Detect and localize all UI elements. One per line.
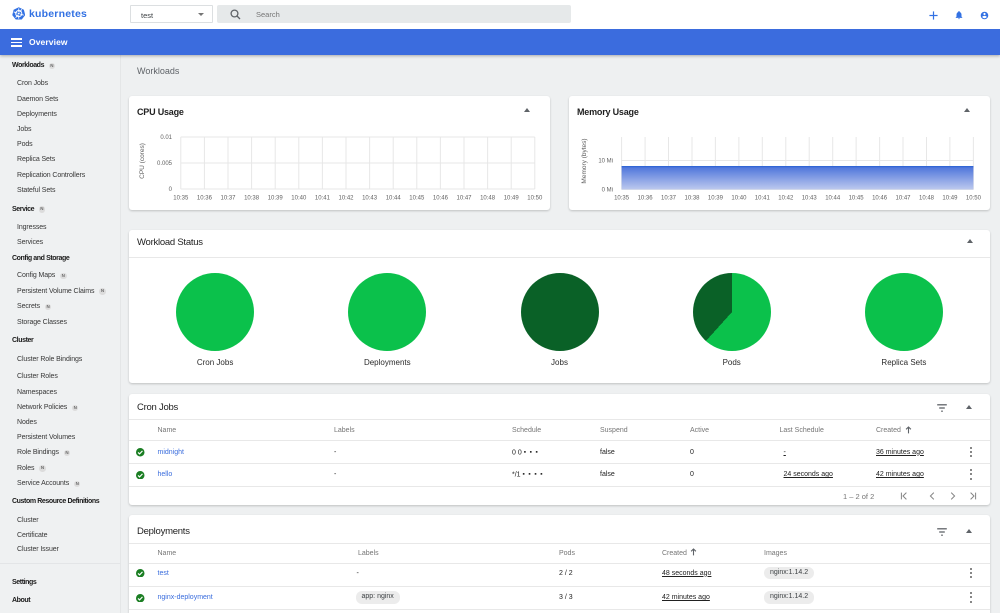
svg-text:10:48: 10:48 bbox=[480, 196, 496, 202]
svg-text:10:50: 10:50 bbox=[527, 196, 543, 202]
svg-text:0.005: 0.005 bbox=[157, 161, 173, 167]
svg-text:10:43: 10:43 bbox=[802, 196, 818, 202]
svg-text:10:38: 10:38 bbox=[244, 196, 260, 202]
svg-text:10:40: 10:40 bbox=[291, 196, 307, 202]
svg-text:10:37: 10:37 bbox=[661, 196, 677, 202]
svg-text:10:42: 10:42 bbox=[778, 196, 794, 202]
svg-text:10:39: 10:39 bbox=[708, 196, 724, 202]
svg-text:Memory (bytes): Memory (bytes) bbox=[581, 138, 588, 183]
svg-text:10:44: 10:44 bbox=[825, 196, 841, 202]
svg-text:10:36: 10:36 bbox=[638, 196, 654, 202]
svg-text:10:42: 10:42 bbox=[338, 196, 354, 202]
svg-text:0.01: 0.01 bbox=[160, 135, 172, 141]
svg-text:10:38: 10:38 bbox=[684, 196, 700, 202]
svg-text:10:50: 10:50 bbox=[966, 196, 982, 202]
svg-text:10:43: 10:43 bbox=[362, 196, 378, 202]
svg-text:10:47: 10:47 bbox=[456, 196, 472, 202]
svg-text:10:45: 10:45 bbox=[849, 196, 865, 202]
svg-text:10:40: 10:40 bbox=[731, 196, 747, 202]
svg-text:10:46: 10:46 bbox=[872, 196, 888, 202]
svg-text:0 Mi: 0 Mi bbox=[602, 188, 613, 194]
svg-text:10:35: 10:35 bbox=[614, 196, 630, 202]
svg-text:10:35: 10:35 bbox=[173, 196, 189, 202]
svg-text:10:44: 10:44 bbox=[386, 196, 402, 202]
svg-text:10:47: 10:47 bbox=[895, 196, 911, 202]
svg-text:0: 0 bbox=[169, 187, 173, 193]
svg-text:10:41: 10:41 bbox=[755, 196, 771, 202]
svg-text:CPU (cores): CPU (cores) bbox=[139, 143, 146, 179]
svg-text:10:45: 10:45 bbox=[409, 196, 425, 202]
svg-text:10 Mi: 10 Mi bbox=[598, 159, 613, 165]
svg-text:10:49: 10:49 bbox=[504, 196, 520, 202]
svg-text:10:48: 10:48 bbox=[919, 196, 935, 202]
svg-text:10:39: 10:39 bbox=[268, 196, 284, 202]
svg-text:10:41: 10:41 bbox=[315, 196, 331, 202]
svg-text:10:37: 10:37 bbox=[220, 196, 236, 202]
svg-text:10:46: 10:46 bbox=[433, 196, 449, 202]
svg-text:10:36: 10:36 bbox=[197, 196, 213, 202]
svg-text:10:49: 10:49 bbox=[942, 196, 958, 202]
